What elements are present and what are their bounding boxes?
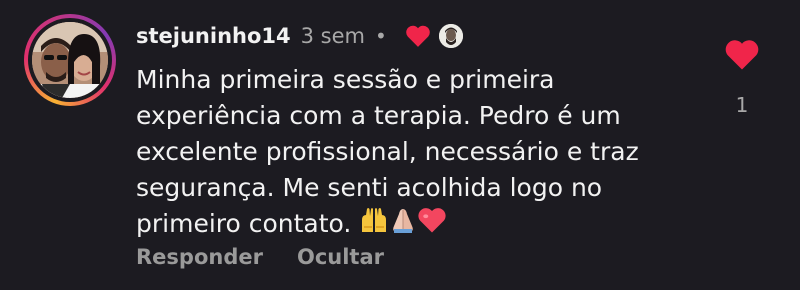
comment-line-3: excelente profissional, necessário e tra…: [136, 137, 639, 166]
raising-hands-icon: [359, 206, 389, 244]
like-count[interactable]: 1: [722, 93, 762, 117]
comment-avatar[interactable]: [24, 14, 116, 106]
comment-time: 3 sem: [300, 24, 365, 48]
separator-dot: •: [375, 24, 387, 48]
comment-header: stejuninho14 3 sem •: [136, 21, 463, 51]
comment-line-4: segurança. Me senti acolhida logo no: [136, 173, 603, 202]
folded-hands-icon: [389, 206, 417, 244]
heart-icon: [406, 25, 430, 47]
comment-username[interactable]: stejuninho14: [136, 24, 291, 48]
avatar-photo: [32, 22, 108, 98]
comment-actions: Responder Ocultar: [136, 245, 384, 269]
comment-text: Minha primeira sessão e primeira experiên…: [136, 62, 716, 244]
author-liked-indicator: [405, 24, 463, 48]
reply-button[interactable]: Responder: [136, 245, 263, 269]
comment-line-2: experiência com a terapia. Pedro é um: [136, 101, 621, 130]
comment-line-1: Minha primeira sessão e primeira: [136, 65, 555, 94]
comment-line-5: primeiro contato.: [136, 209, 352, 238]
like-heart-icon[interactable]: [724, 38, 760, 71]
like-column: 1: [722, 38, 762, 117]
author-avatar-icon: [438, 24, 463, 48]
hide-button[interactable]: Ocultar: [297, 245, 384, 269]
heart-icon: [417, 206, 447, 244]
